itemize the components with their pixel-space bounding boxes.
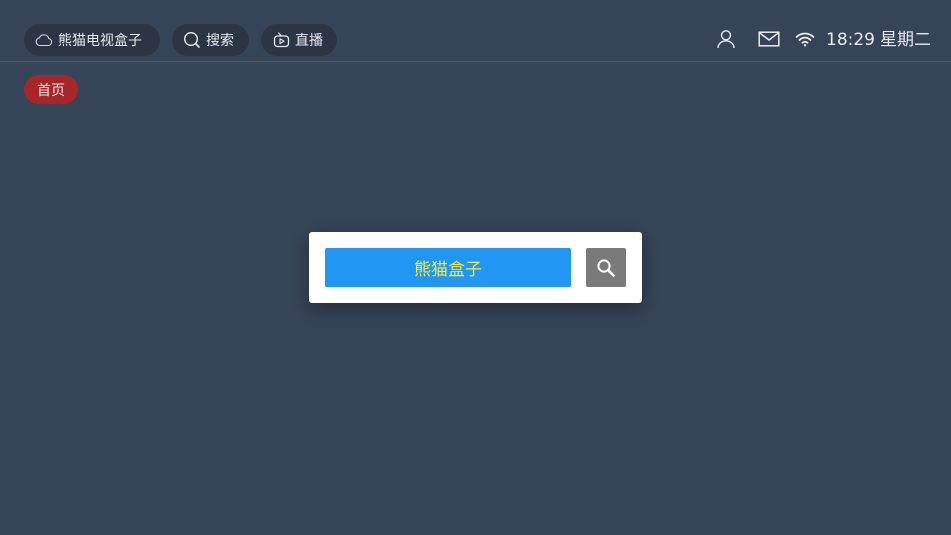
top-bar: 熊猫电视盒子 搜索 直播 18:29 星期二 [0, 0, 951, 62]
search-input[interactable] [325, 248, 571, 287]
live-label: 直播 [295, 33, 323, 49]
user-icon[interactable] [715, 28, 737, 50]
search-dialog [309, 232, 642, 303]
brand-label: 熊猫电视盒子 [58, 33, 142, 49]
mail-icon[interactable] [758, 30, 780, 48]
wifi-icon [795, 30, 815, 48]
tab-home[interactable]: 首页 [24, 75, 78, 104]
tab-home-label: 首页 [37, 82, 65, 99]
search-icon [183, 31, 201, 49]
search-nav-label: 搜索 [206, 33, 234, 49]
tv-icon [272, 31, 290, 49]
search-submit-button[interactable] [586, 248, 626, 287]
search-nav-button[interactable]: 搜索 [172, 24, 249, 56]
cloud-icon [35, 31, 53, 49]
search-icon [596, 258, 616, 278]
brand-button[interactable]: 熊猫电视盒子 [24, 24, 160, 56]
clock: 18:29 星期二 [826, 29, 931, 51]
clock-weekday: 星期二 [880, 30, 931, 50]
clock-time: 18:29 [826, 30, 875, 50]
live-button[interactable]: 直播 [261, 24, 337, 56]
